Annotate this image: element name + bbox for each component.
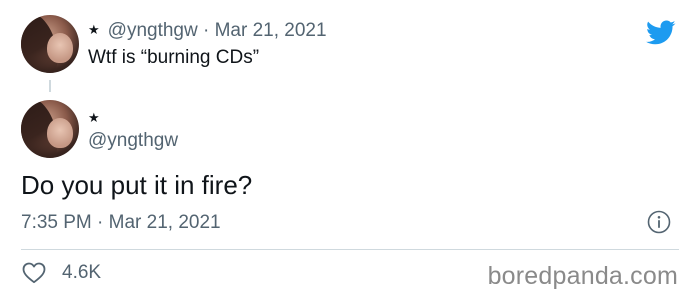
tweet-timestamp[interactable]: 7:35 PM · Mar 21, 2021 — [21, 212, 221, 234]
watermark: boredpanda.com — [487, 262, 678, 290]
twitter-bird-icon[interactable] — [646, 20, 676, 46]
avatar-face — [47, 33, 73, 63]
thread-connector — [49, 80, 51, 92]
like-count: 4.6K — [62, 262, 102, 283]
tweet-text: Do you put it in fire? — [21, 170, 253, 200]
avatar-face — [47, 118, 73, 148]
star-icon: ★ — [88, 110, 100, 125]
reply-text: Wtf is “burning CDs” — [88, 47, 260, 68]
reply-handle-date[interactable]: @yngthgw · Mar 21, 2021 — [108, 20, 327, 41]
avatar[interactable] — [21, 100, 79, 158]
info-icon[interactable] — [647, 210, 671, 234]
divider — [21, 249, 679, 250]
star-icon: ★ — [88, 22, 100, 37]
avatar[interactable] — [21, 15, 79, 73]
tweet-handle[interactable]: @yngthgw — [88, 130, 178, 152]
reply-meta: ★ @yngthgw · Mar 21, 2021 — [88, 20, 327, 42]
heart-icon[interactable] — [22, 262, 46, 284]
